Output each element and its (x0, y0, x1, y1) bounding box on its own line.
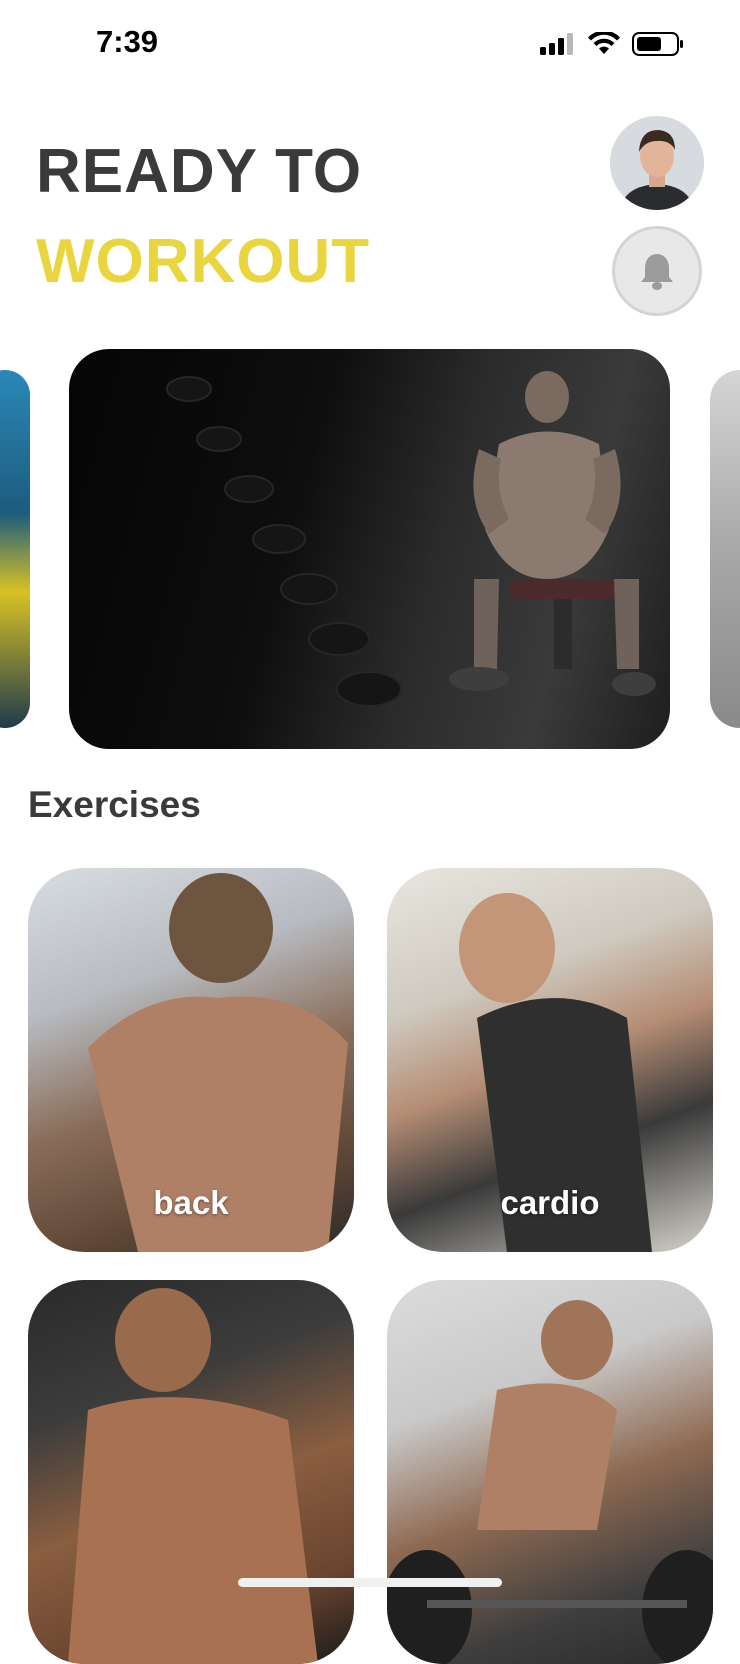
battery-icon (632, 32, 683, 56)
status-time: 7:39 (96, 24, 159, 59)
exercise-label-back: back (153, 1184, 229, 1221)
exercises-section-title: Exercises (28, 784, 201, 825)
exercise-tile-4[interactable] (387, 1280, 713, 1664)
bell-icon (641, 254, 673, 290)
carousel-card-next[interactable] (710, 370, 740, 728)
notifications-button[interactable] (612, 226, 702, 316)
user-photo-icon (610, 116, 704, 210)
signal-icon (540, 33, 573, 55)
title-line-ready: READY TO (36, 137, 363, 206)
exercise-tile-back[interactable]: back (28, 868, 354, 1252)
home-indicator[interactable] (238, 1578, 502, 1587)
carousel-card-previous[interactable] (0, 370, 30, 728)
status-icons (540, 30, 684, 58)
deadlift-workout-photo-icon (387, 1300, 713, 1664)
avatar[interactable] (610, 116, 704, 210)
title-line-workout: WORKOUT (36, 227, 371, 296)
exercise-tile-3[interactable] (28, 1280, 354, 1664)
exercise-label-cardio: cardio (500, 1184, 600, 1221)
exercise-tile-cardio[interactable]: cardio (387, 868, 713, 1252)
arms-workout-photo-icon (68, 1288, 318, 1664)
wifi-icon (588, 32, 620, 54)
gym-photo-icon (166, 371, 656, 707)
status-bar: 7:39 (0, 0, 740, 88)
hero-card[interactable] (69, 349, 670, 749)
